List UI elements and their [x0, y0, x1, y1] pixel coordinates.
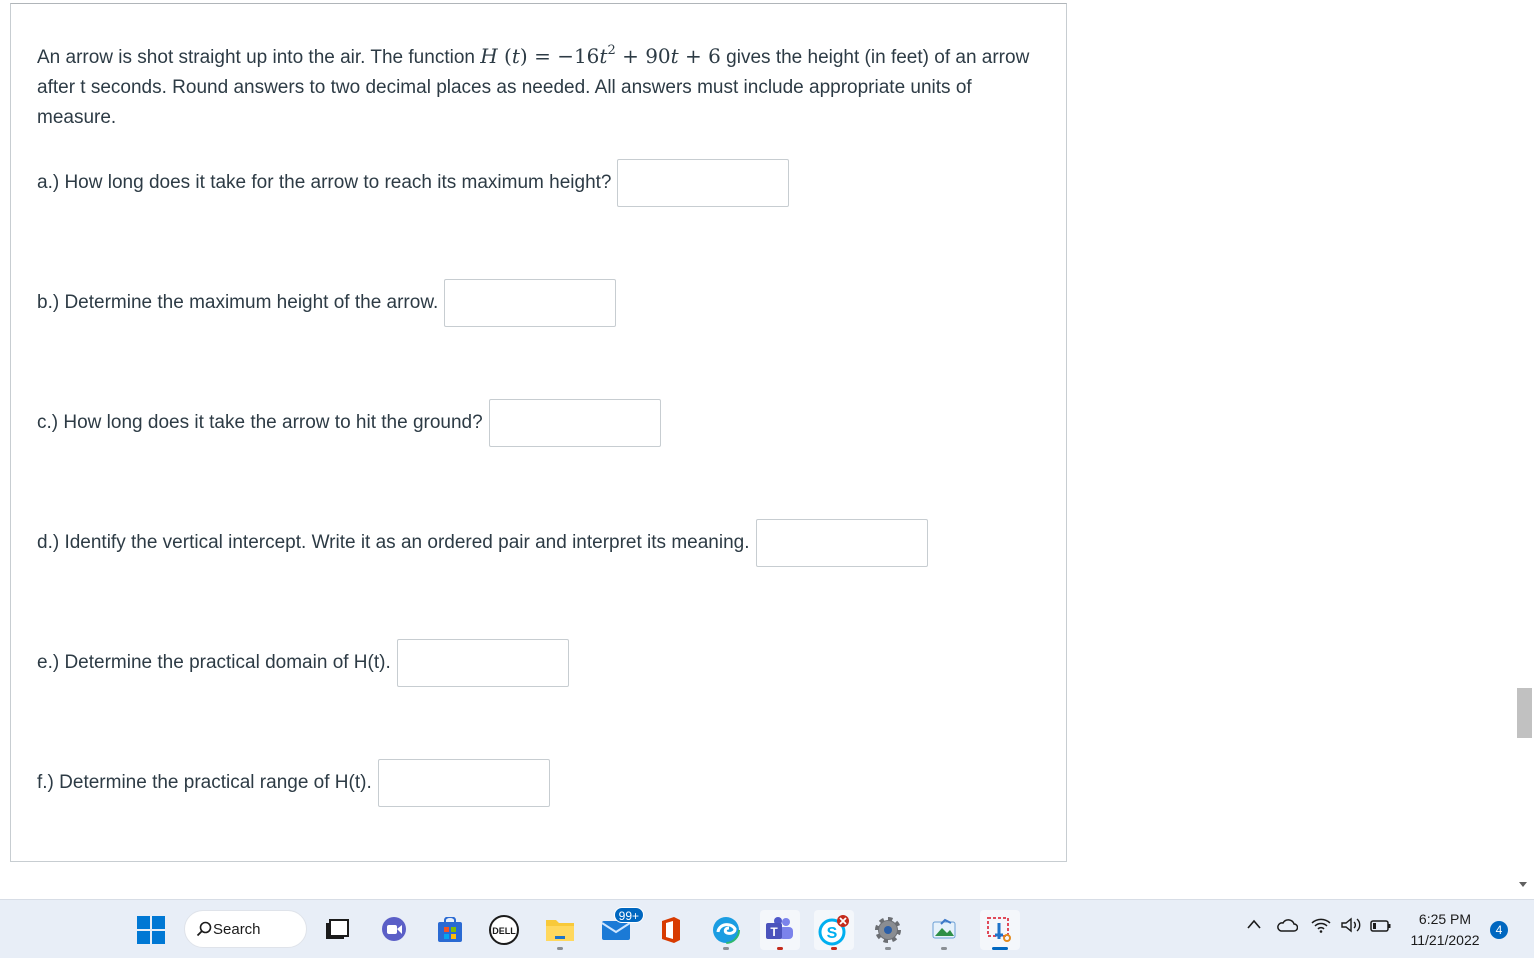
windows-start-icon[interactable] — [131, 910, 171, 950]
svg-text:S: S — [827, 925, 838, 942]
question-d: d.) Identify the vertical intercept. Wri… — [37, 519, 928, 567]
problem-stem: An arrow is shot straight up into the ai… — [37, 41, 1047, 133]
question-f-label: f.) Determine the practical range of H(t… — [37, 772, 372, 793]
answer-f-input[interactable] — [377, 759, 550, 807]
search-icon — [196, 921, 212, 937]
onedrive-icon[interactable] — [1276, 917, 1298, 933]
question-c-label: c.) How long does it take the arrow to h… — [37, 412, 483, 433]
clock-time: 6:25 PM — [1418, 911, 1472, 927]
chat-icon[interactable] — [374, 910, 414, 950]
scrollbar-thumb[interactable] — [1517, 688, 1532, 738]
taskbar-clock[interactable]: 6:25 PM 11/21/2022 — [1402, 909, 1488, 951]
task-view-icon[interactable] — [316, 910, 356, 950]
question-b-label: b.) Determine the maximum height of the … — [37, 292, 439, 313]
question-card: An arrow is shot straight up into the ai… — [10, 3, 1067, 862]
battery-icon[interactable] — [1370, 919, 1392, 933]
mail-unread-badge: 99+ — [613, 907, 644, 923]
problem-intro: An arrow is shot straight up into the ai… — [37, 47, 481, 68]
skype-icon[interactable]: S — [814, 910, 854, 950]
answer-a-input[interactable] — [617, 159, 790, 207]
answer-d-input[interactable] — [755, 519, 928, 567]
question-a-label: a.) How long does it take for the arrow … — [37, 172, 612, 193]
notification-count-badge[interactable]: 4 — [1490, 921, 1508, 939]
question-b: b.) Determine the maximum height of the … — [37, 279, 617, 327]
page-scrollbar[interactable] — [1514, 0, 1534, 898]
office-icon[interactable] — [650, 910, 690, 950]
function-expression: H (t) = −16t2 + 90t + 6 — [480, 43, 721, 68]
dell-icon[interactable]: DELL — [484, 910, 524, 950]
chevron-up-icon[interactable] — [1246, 918, 1262, 930]
scroll-down-arrow-icon[interactable] — [1519, 882, 1527, 887]
volume-icon[interactable] — [1340, 917, 1362, 933]
teams-icon[interactable]: T — [760, 910, 800, 950]
question-c: c.) How long does it take the arrow to h… — [37, 399, 661, 447]
question-f: f.) Determine the practical range of H(t… — [37, 759, 550, 807]
answer-e-input[interactable] — [396, 639, 569, 687]
svg-text:DELL: DELL — [492, 926, 516, 936]
file-explorer-icon[interactable] — [540, 910, 580, 950]
question-d-label: d.) Identify the vertical intercept. Wri… — [37, 532, 750, 553]
taskbar: Search DELL 99+ T S 6:25 PM 11/21/2022 4 — [0, 899, 1534, 958]
question-e-label: e.) Determine the practical domain of H(… — [37, 652, 391, 673]
taskbar-search-label: Search — [213, 920, 261, 938]
question-e: e.) Determine the practical domain of H(… — [37, 639, 569, 687]
edge-icon[interactable] — [706, 910, 746, 950]
answer-c-input[interactable] — [488, 399, 661, 447]
clock-date: 11/21/2022 — [1410, 932, 1480, 948]
question-a: a.) How long does it take for the arrow … — [37, 159, 790, 207]
answer-b-input[interactable] — [444, 279, 617, 327]
wifi-icon[interactable] — [1311, 917, 1331, 933]
microsoft-store-icon[interactable] — [430, 910, 470, 950]
settings-icon[interactable] — [868, 910, 908, 950]
snipping-tool-icon[interactable] — [980, 910, 1020, 950]
taskbar-search-button[interactable]: Search — [184, 910, 307, 948]
mail-icon[interactable]: 99+ — [596, 907, 644, 950]
svg-text:T: T — [770, 925, 778, 939]
photos-icon[interactable] — [924, 910, 964, 950]
